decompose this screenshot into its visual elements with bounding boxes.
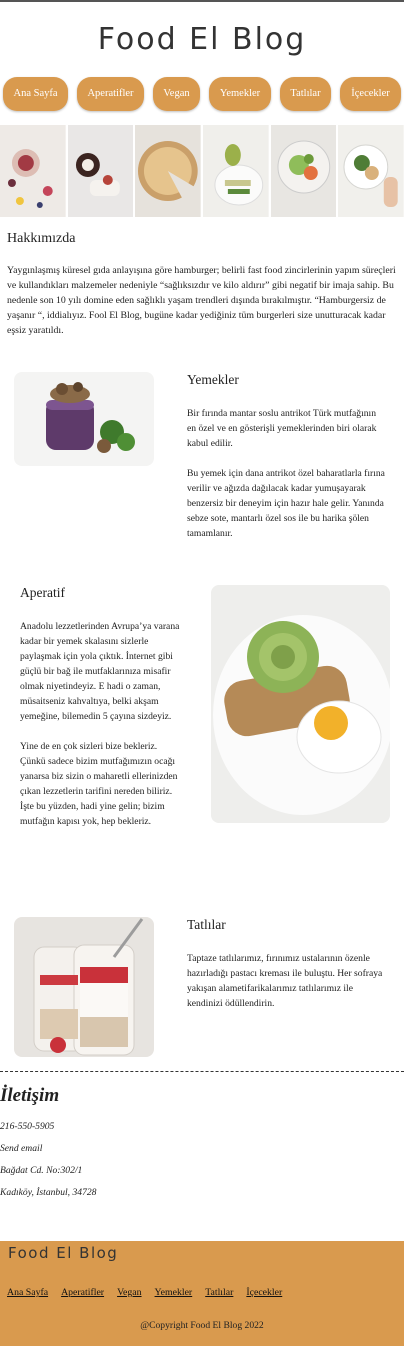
nav-appetizers[interactable]: Aperatifler	[77, 77, 144, 111]
photo-pear-plate	[203, 125, 269, 217]
desserts-text: Taptaze tatlılarımız, fırınımız ustaları…	[187, 953, 383, 1009]
about-heading: Hakkımızda	[7, 231, 76, 246]
meals-text-1: Bir fırında mantar soslu antrikot Türk m…	[187, 408, 377, 449]
appetizer-heading: Aperatif	[20, 585, 65, 600]
footer-link-home[interactable]: Ana Sayfa	[7, 1287, 48, 1298]
footer-link-meals[interactable]: Yemekler	[155, 1287, 193, 1298]
contact-section: İletişim 216-550-5905 Send email Bağdat …	[0, 1085, 96, 1208]
meals-section: Yemekler Bir fırında mantar soslu antrik…	[187, 372, 387, 556]
desserts-heading: Tatlılar	[187, 917, 226, 932]
appetizer-photo	[211, 585, 390, 823]
photo-roll-cake	[67, 125, 134, 217]
appetizer-section: Aperatif Anadolu lezzetlerinden Avrupa’y…	[20, 585, 180, 844]
footer-brand: Food El Blog	[8, 1244, 119, 1262]
nav-drinks[interactable]: İçecekler	[340, 77, 401, 111]
footer-copyright: @Copyright Food El Blog 2022	[140, 1320, 264, 1331]
site-footer: Food El Blog Ana Sayfa Aperatifler Vegan…	[0, 1241, 404, 1346]
photo-bowl	[338, 125, 404, 217]
nav-meals[interactable]: Yemekler	[209, 77, 271, 111]
site-title: Food El Blog	[97, 22, 307, 57]
meals-photo	[14, 372, 154, 466]
section-divider	[0, 1071, 404, 1072]
contact-address-line2: Kadıköy, İstanbul, 34728	[0, 1187, 97, 1198]
photo-strip	[0, 125, 404, 217]
nav-home[interactable]: Ana Sayfa	[3, 77, 68, 111]
desserts-photo	[14, 917, 154, 1057]
footer-links: Ana Sayfa Aperatifler Vegan Yemekler Tat…	[7, 1287, 282, 1298]
footer-link-appetizers[interactable]: Aperatifler	[61, 1287, 104, 1298]
footer-link-desserts[interactable]: Tatlılar	[205, 1287, 233, 1298]
contact-address-line1: Bağdat Cd. No:302/1	[0, 1165, 83, 1176]
contact-phone: 216-550-5905	[0, 1121, 55, 1132]
photo-fruits	[0, 125, 66, 217]
appetizer-text-1: Anadolu lezzetlerinden Avrupa’ya varana …	[20, 621, 180, 722]
nav-vegan[interactable]: Vegan	[153, 77, 200, 111]
meals-heading: Yemekler	[187, 372, 239, 387]
appetizer-text-2: Yine de en çok sizleri bize bekleriz. Çü…	[20, 741, 178, 827]
main-nav: Ana Sayfa Aperatifler Vegan Yemekler Tat…	[0, 77, 404, 111]
contact-heading: İletişim	[0, 1085, 60, 1106]
meals-text-2: Bu yemek için dana antrikot özel baharat…	[187, 468, 385, 539]
about-text: Yaygınlaşmış küresel gıda anlayışına gör…	[7, 265, 396, 336]
photo-pie	[135, 125, 202, 217]
about-section: Hakkımızda Yaygınlaşmış küresel gıda anl…	[0, 231, 404, 338]
nav-desserts[interactable]: Tatlılar	[280, 77, 331, 111]
contact-email-link[interactable]: Send email	[0, 1142, 96, 1164]
desserts-section: Tatlılar Taptaze tatlılarımız, fırınımız…	[187, 917, 387, 1026]
photo-salad	[270, 125, 337, 217]
footer-link-vegan[interactable]: Vegan	[117, 1287, 141, 1298]
footer-link-drinks[interactable]: İçecekler	[246, 1287, 282, 1298]
